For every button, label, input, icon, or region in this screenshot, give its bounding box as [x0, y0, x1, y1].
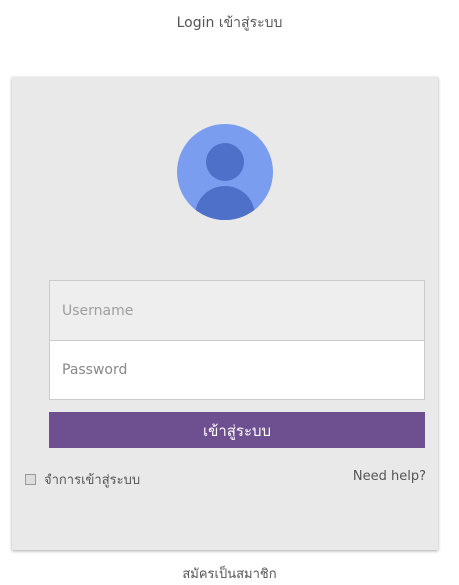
- register-link[interactable]: สมัครเป็นสมาชิก: [0, 563, 459, 584]
- avatar-shoulders-shape: [195, 186, 255, 220]
- username-input[interactable]: [49, 280, 425, 341]
- remember-me-label: จำการเข้าสู่ระบบ: [44, 473, 141, 488]
- login-button[interactable]: เข้าสู่ระบบ: [49, 412, 425, 448]
- remember-me[interactable]: จำการเข้าสู่ระบบ: [25, 469, 140, 490]
- login-card: เข้าสู่ระบบ จำการเข้าสู่ระบบ Need help?: [12, 77, 438, 550]
- need-help-link[interactable]: Need help?: [353, 469, 426, 484]
- login-page: Login เข้าสู่ระบบ เข้าสู่ระบบ จำการเข้าส…: [0, 0, 459, 585]
- avatar-head-shape: [206, 143, 244, 181]
- password-input[interactable]: [49, 340, 425, 400]
- page-title: Login เข้าสู่ระบบ: [176, 15, 283, 31]
- user-avatar-icon: [177, 124, 273, 220]
- remember-me-checkbox[interactable]: [25, 474, 36, 485]
